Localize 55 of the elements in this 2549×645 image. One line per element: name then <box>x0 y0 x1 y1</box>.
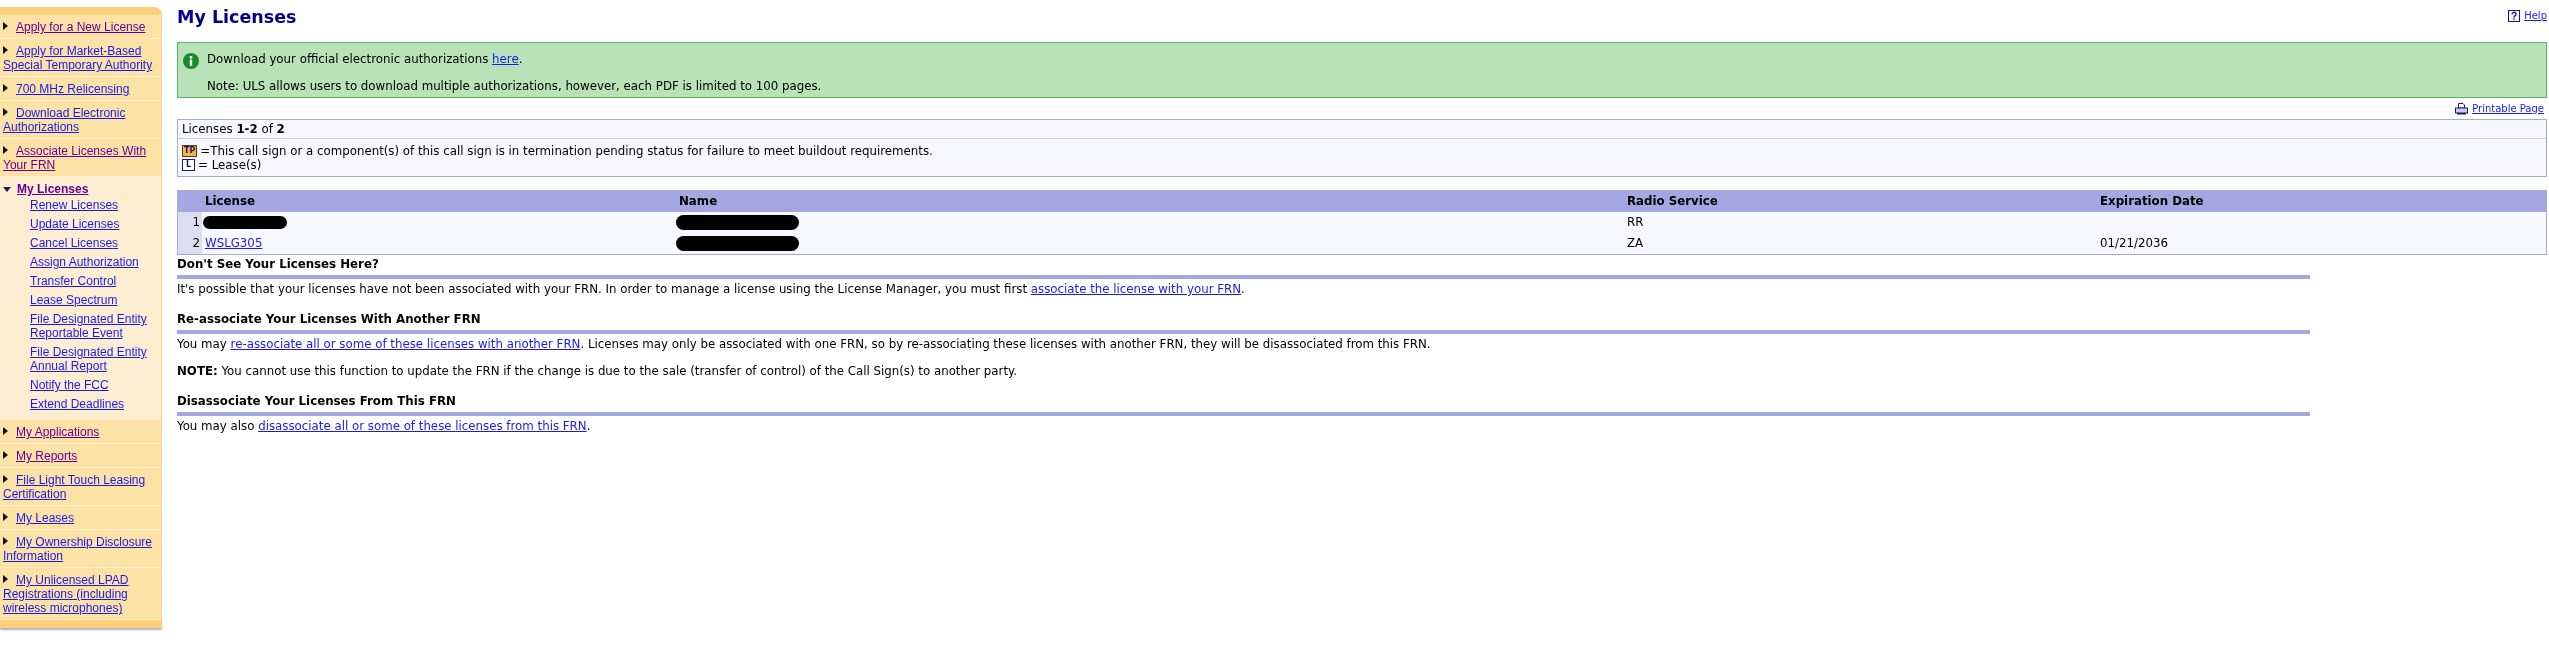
section-paragraph: You may re-associate all or some of these licenses with another FRN. Licenses may only be associated with one FRN, so by re-associating these licenses with another FRN, they will be disassociated from this FRN. <box>177 338 1432 351</box>
help-link[interactable]: Help <box>2524 10 2547 22</box>
section-heading: Don't See Your Licenses Here? <box>177 258 380 271</box>
column-header: License <box>204 195 255 208</box>
sidebar-sublink[interactable]: Transfer Control <box>30 274 158 288</box>
legend-text: = Lease(s) <box>198 158 262 172</box>
sidebar-sublink[interactable]: File Designated Entity Reportable Event <box>30 312 158 340</box>
sidebar-link[interactable]: My Licenses <box>3 182 158 196</box>
sidebar-sublink[interactable]: File Designated Entity Annual Report <box>30 345 158 373</box>
legend-badge: L <box>182 159 195 171</box>
section-paragraph: It's possible that your licenses have not been associated with your FRN. In order to manage a license using the License Manager, you must first associate the license with your FRN. <box>177 283 1246 296</box>
radio-service-text: ZA <box>1626 237 1644 250</box>
sidebar-link[interactable]: Apply for Market-Based Special Temporary Authority <box>3 44 158 72</box>
sidebar-sublink[interactable]: Assign Authorization <box>30 255 158 269</box>
license-count-text: Licenses 1-2 of 2 <box>182 122 285 136</box>
row-number: 2 <box>178 233 202 254</box>
expiration-date-text: 01/21/2036 <box>2099 237 2168 250</box>
sidebar-sublink[interactable]: Update Licenses <box>30 217 158 231</box>
sidebar-link[interactable]: My Applications <box>3 425 158 439</box>
sidebar-link[interactable]: My Unlicensed LPAD Registrations (including wireless microphones) <box>3 573 158 615</box>
row-number: 1 <box>178 212 202 233</box>
column-header: Name <box>678 195 718 208</box>
printable-page-link[interactable]: Printable Page <box>2472 102 2544 115</box>
column-header: Radio Service <box>1626 195 1718 208</box>
sidebar-link[interactable]: 700 MHz Relicensing <box>3 82 158 96</box>
sidebar-link[interactable]: My Leases <box>3 511 158 525</box>
sidebar-sublink[interactable]: Renew Licenses <box>30 198 158 212</box>
section-heading: Re-associate Your Licenses With Another FRN <box>177 313 482 326</box>
sidebar-sublink[interactable]: Notify the FCC <box>30 378 158 392</box>
note-text: NOTE: You cannot use this function to update the FRN if the change is due to the sale (transfer of control) of the Call Sign(s) to another party. <box>177 365 1019 378</box>
notice-text: Download your official electronic authorizations here. <box>207 53 524 66</box>
paragraph-link[interactable]: disassociate all or some of these licenses from this FRN <box>258 419 587 433</box>
section-paragraph: You may also disassociate all or some of these licenses from this FRN. <box>177 420 592 433</box>
sidebar-link[interactable]: My Reports <box>3 449 158 463</box>
license-link[interactable]: WSLG305 <box>205 237 263 250</box>
section-heading: Disassociate Your Licenses From This FRN <box>177 395 457 408</box>
sidebar-link[interactable]: Apply for a New License <box>3 20 158 34</box>
legend-text: =This call sign or a component(s) of this call sign is in termination pending status for failure to meet buildout requirements. <box>200 144 933 158</box>
sidebar-sublink[interactable]: Extend Deadlines <box>30 397 158 411</box>
notice-note: Note: ULS allows users to download multiple authorizations, however, each PDF is limited to 100 pages. <box>207 80 822 93</box>
sidebar-link[interactable]: My Ownership Disclosure Information <box>3 535 158 563</box>
sidebar-sublink[interactable]: Cancel Licenses <box>30 236 158 250</box>
radio-service-text: RR <box>1626 216 1644 229</box>
sidebar-link[interactable]: File Light Touch Leasing Certification <box>3 473 158 501</box>
paragraph-link[interactable]: associate the license with your FRN <box>1030 282 1242 296</box>
page-title: My Licenses <box>177 7 297 27</box>
sidebar-sublink[interactable]: Lease Spectrum <box>30 293 158 307</box>
sidebar-link[interactable]: Download Electronic Authorizations <box>3 106 158 134</box>
legend-badge: TP <box>182 145 198 157</box>
info-icon <box>183 53 199 69</box>
column-header: Expiration Date <box>2099 195 2204 208</box>
sidebar-link[interactable]: Associate Licenses With Your FRN <box>3 144 158 172</box>
printer-icon[interactable] <box>2455 102 2469 115</box>
download-link[interactable]: here <box>492 52 519 66</box>
help-icon[interactable] <box>2508 10 2521 22</box>
